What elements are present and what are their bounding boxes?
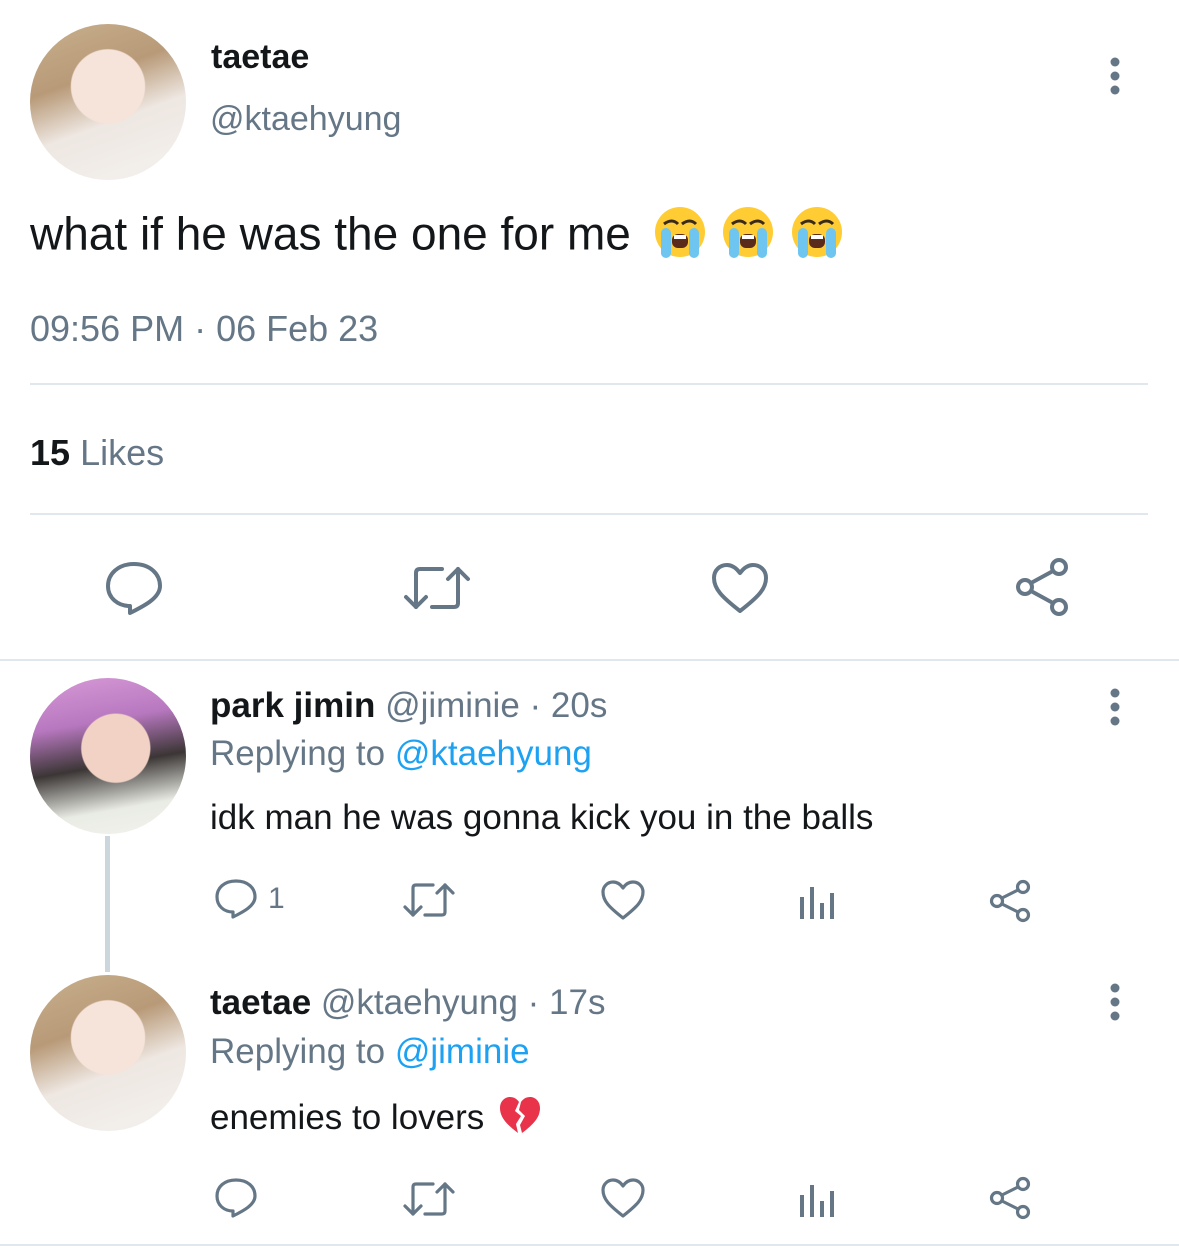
share-icon[interactable]	[1013, 557, 1073, 617]
timestamp[interactable]: 09:56 PM · 06 Feb 23	[30, 308, 378, 350]
replying-prefix: Replying to	[210, 1032, 386, 1071]
display-name[interactable]: taetae	[210, 983, 311, 1022]
divider	[0, 659, 1179, 661]
retweet-icon[interactable]	[402, 563, 472, 613]
share-icon[interactable]	[988, 1176, 1034, 1220]
replying-to-link[interactable]: @ktaehyung	[395, 734, 592, 773]
reply-count: 1	[268, 882, 285, 915]
avatar[interactable]	[30, 24, 186, 180]
divider	[30, 513, 1148, 515]
retweet-icon[interactable]	[402, 1179, 456, 1219]
analytics-icon[interactable]	[798, 885, 838, 921]
likes-stat[interactable]: 15 Likes	[30, 432, 164, 474]
reply-header: taetae @ktaehyung · 17s	[210, 983, 606, 1023]
avatar[interactable]	[30, 975, 186, 1131]
avatar[interactable]	[30, 678, 186, 834]
thread-line	[105, 836, 110, 972]
handle-time[interactable]: @ktaehyung · 17s	[321, 983, 606, 1022]
tweet-text-content: what if he was the one for me	[30, 207, 631, 260]
reply-header: park jimin @jiminie · 20s	[210, 686, 607, 726]
loudly-crying-face-icon	[789, 204, 845, 271]
tweet-text: what if he was the one for me	[30, 204, 845, 271]
broken-heart-icon	[498, 1094, 542, 1145]
display-name[interactable]: park jimin	[210, 686, 375, 725]
analytics-icon[interactable]	[798, 1183, 838, 1219]
handle[interactable]: @ktaehyung	[210, 100, 401, 139]
loudly-crying-face-icon	[652, 204, 708, 271]
reply-icon[interactable]	[104, 560, 164, 616]
like-icon[interactable]	[710, 561, 770, 615]
likes-count: 15	[30, 432, 71, 473]
reply-icon[interactable]	[214, 1177, 258, 1219]
reply-icon[interactable]	[214, 878, 258, 920]
loudly-crying-face-icon	[720, 204, 776, 271]
display-name[interactable]: taetae	[211, 38, 309, 77]
handle-time[interactable]: @jiminie · 20s	[385, 686, 607, 725]
retweet-icon[interactable]	[402, 880, 456, 920]
more-options-icon[interactable]	[1104, 56, 1126, 96]
tweet-text: enemies to lovers	[210, 1094, 542, 1145]
replying-to: Replying to @ktaehyung	[210, 734, 592, 774]
more-options-icon[interactable]	[1104, 687, 1126, 727]
like-icon[interactable]	[600, 1177, 646, 1219]
likes-label: Likes	[80, 432, 165, 473]
like-icon[interactable]	[600, 879, 646, 921]
divider	[30, 383, 1148, 385]
replying-to: Replying to @jiminie	[210, 1032, 530, 1072]
more-options-icon[interactable]	[1104, 982, 1126, 1022]
replying-prefix: Replying to	[210, 734, 386, 773]
divider	[0, 1244, 1179, 1246]
share-icon[interactable]	[988, 879, 1034, 923]
tweet-text: idk man he was gonna kick you in the bal…	[210, 798, 874, 837]
tweet-text-content: enemies to lovers	[210, 1097, 485, 1137]
replying-to-link[interactable]: @jiminie	[395, 1032, 530, 1071]
